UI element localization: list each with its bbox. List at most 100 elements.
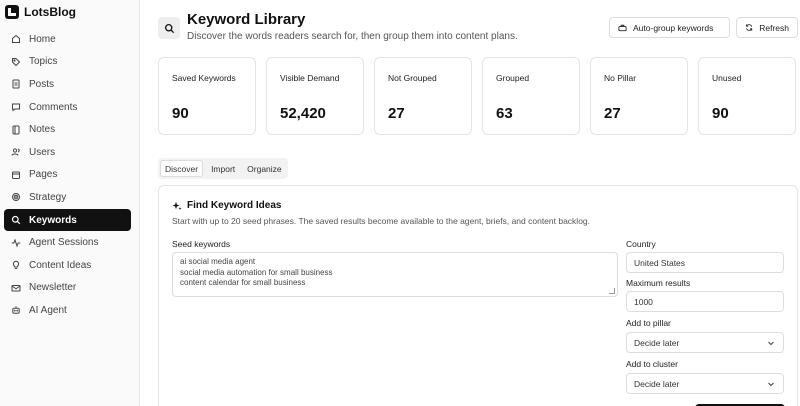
stat-card-no-pillar: No Pillar 27 (590, 57, 688, 135)
users-icon (11, 147, 21, 157)
refresh-icon (746, 24, 753, 31)
stat-label: Not Grouped (388, 73, 437, 83)
add-to-cluster-label: Add to cluster (626, 359, 678, 369)
seed-keyword-line: ai social media agent (180, 257, 256, 266)
add-to-pillar-label: Add to pillar (626, 318, 671, 328)
sidebar-item-pages[interactable]: Pages (4, 164, 131, 187)
sidebar-item-posts[interactable]: Posts (4, 73, 131, 96)
sidebar-item-ai-agent[interactable]: AI Agent (4, 299, 131, 322)
add-to-cluster-value: Decide later (634, 378, 680, 389)
wand-icon (618, 24, 627, 32)
stat-label: Unused (712, 73, 742, 83)
stat-label: Grouped (496, 73, 530, 83)
stat-card-saved-keywords: Saved Keywords 90 (158, 57, 256, 135)
panel-title: Find Keyword Ideas (172, 200, 281, 211)
sidebar-item-label: Notes (29, 124, 56, 136)
lightbulb-icon (11, 260, 21, 270)
seed-keyword-line: social media automation for small busine… (180, 267, 333, 277)
stat-value: 27 (604, 105, 621, 122)
activity-icon (11, 238, 21, 248)
sidebar-item-notes[interactable]: Notes (4, 118, 131, 141)
tab-import[interactable]: Import (207, 160, 239, 177)
sidebar-item-label: Newsletter (29, 282, 77, 294)
comment-icon (11, 102, 21, 112)
country-input[interactable]: United States (626, 252, 784, 273)
search-icon (11, 215, 21, 225)
maximum-results-input[interactable]: 1000 (626, 291, 784, 312)
maximum-results-label: Maximum results (626, 278, 691, 288)
seed-keyword-line: content calendar for small business (180, 278, 306, 287)
bot-icon (11, 305, 21, 315)
sidebar-item-label: Topics (29, 56, 58, 68)
page-subtitle: Discover the words readers search for, t… (187, 31, 518, 42)
sidebar-item-label: Content Ideas (29, 259, 92, 271)
note-icon (11, 125, 21, 135)
stat-card-unused: Unused 90 (698, 57, 796, 135)
sidebar-item-label: Home (29, 33, 56, 45)
tab-discover[interactable]: Discover (160, 160, 204, 177)
stat-value: 90 (172, 105, 189, 122)
chevron-down-icon (768, 382, 774, 387)
seed-keywords-label: Seed keywords (172, 239, 231, 249)
auto-group-keywords-button[interactable]: Auto-group keywords (609, 17, 730, 38)
stat-value: 90 (712, 105, 729, 122)
sidebar-item-agent-sessions[interactable]: Agent Sessions (4, 231, 131, 254)
panel-title-text: Find Keyword Ideas (187, 200, 282, 211)
document-icon (11, 79, 21, 89)
tab-bar: Discover Import Organize (158, 158, 288, 179)
sidebar-item-content-ideas[interactable]: Content Ideas (4, 254, 131, 277)
sidebar-item-label: Comments (29, 101, 78, 113)
sidebar-item-label: Agent Sessions (29, 237, 99, 249)
stat-value: 52,420 (280, 105, 326, 122)
brand[interactable]: LotsBlog (5, 4, 76, 20)
sidebar-item-keywords[interactable]: Keywords (4, 208, 131, 232)
main-content: Keyword Library Discover the words reade… (140, 0, 800, 406)
chevron-down-icon (768, 341, 774, 346)
auto-group-keywords-label: Auto-group keywords (633, 22, 714, 33)
sidebar-item-strategy[interactable]: Strategy (4, 186, 131, 209)
logo-icon (5, 5, 19, 19)
pages-icon (11, 170, 21, 180)
sidebar-item-home[interactable]: Home (4, 28, 131, 51)
stat-card-not-grouped: Not Grouped 27 (374, 57, 472, 135)
sparkle-icon (172, 201, 182, 210)
tag-icon (11, 57, 21, 67)
refresh-label: Refresh (759, 22, 789, 33)
sidebar-item-users[interactable]: Users (4, 141, 131, 164)
panel-description: Start with up to 20 seed phrases. The sa… (172, 216, 591, 226)
resize-handle[interactable] (609, 288, 615, 294)
stat-value: 27 (388, 105, 405, 122)
sidebar-item-newsletter[interactable]: Newsletter (4, 277, 131, 300)
refresh-button[interactable]: Refresh (736, 17, 798, 38)
stat-label: No Pillar (604, 73, 637, 83)
stat-value: 63 (496, 105, 513, 122)
sidebar-item-label: Posts (29, 78, 55, 90)
add-to-pillar-select[interactable]: Decide later (626, 332, 784, 353)
search-icon (158, 17, 180, 39)
sidebar-item-label: Pages (29, 169, 58, 181)
stat-card-grouped: Grouped 63 (482, 57, 580, 135)
add-to-pillar-value: Decide later (634, 337, 680, 348)
tab-organize[interactable]: Organize (243, 160, 286, 177)
target-icon (11, 192, 21, 202)
add-to-cluster-select[interactable]: Decide later (626, 373, 784, 394)
country-label: Country (626, 239, 656, 249)
sidebar-item-topics[interactable]: Topics (4, 51, 131, 74)
sidebar-item-comments[interactable]: Comments (4, 96, 131, 119)
stats-row: Saved Keywords 90 Visible Demand 52,420 … (158, 57, 796, 135)
seed-keywords-textarea[interactable]: ai social media agent social media autom… (172, 252, 618, 297)
sidebar-item-label: AI Agent (29, 304, 67, 316)
stat-label: Visible Demand (280, 73, 340, 83)
sidebar: LotsBlog Home Topics Posts Comments Note… (0, 0, 140, 406)
stat-label: Saved Keywords (172, 73, 236, 83)
mail-icon (11, 283, 21, 293)
home-icon (11, 34, 21, 44)
find-keyword-ideas-panel: Find Keyword Ideas Start with up to 20 s… (158, 185, 798, 406)
sidebar-item-label: Strategy (29, 191, 67, 203)
brand-name: LotsBlog (24, 5, 76, 19)
sidebar-nav: Home Topics Posts Comments Notes Users P… (4, 28, 131, 322)
sidebar-item-label: Keywords (29, 214, 77, 226)
page-title: Keyword Library (187, 11, 306, 28)
sidebar-item-label: Users (29, 146, 56, 158)
stat-card-visible-demand: Visible Demand 52,420 (266, 57, 364, 135)
